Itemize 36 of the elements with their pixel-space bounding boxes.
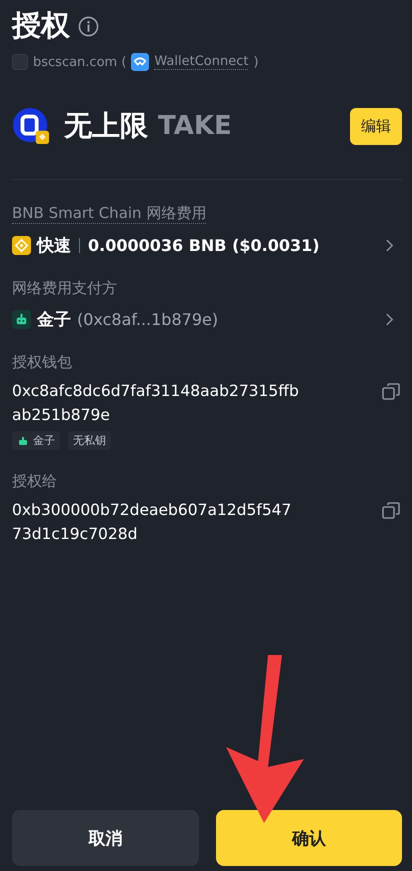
info-icon[interactable] — [78, 16, 99, 36]
allowance-amount: 无上限 — [64, 108, 148, 144]
spender-label: 授权给 — [12, 472, 57, 491]
connector-link[interactable]: WalletConnect — [154, 54, 248, 70]
address-text: ab251b879e — [12, 406, 110, 424]
token-logo-icon — [12, 107, 50, 145]
copy-icon[interactable] — [381, 501, 401, 521]
fee-amount: 0.0000036 BNB ($0.0031) — [88, 236, 320, 255]
wallet-label: 授权钱包 — [12, 353, 72, 372]
address-text: 73d1c19c7028d — [12, 525, 138, 543]
address-text: 0xb300000b72deaeb607a12d5f547 — [12, 501, 292, 519]
fee-speed: 快速 — [37, 235, 71, 257]
fee-label: BNB Smart Chain 网络费用 — [12, 204, 206, 224]
confirm-button[interactable]: 确认 — [216, 810, 402, 866]
payer-row[interactable]: 金子 (0xc8af...1b879e) — [12, 308, 402, 331]
address-text: 0xc8afc8dc6d7faf31148aab27315ffb — [12, 382, 299, 400]
tag-text: 金子 — [33, 433, 55, 448]
closing-paren: ) — [253, 54, 259, 70]
fee-row[interactable]: 快速 0.0000036 BNB ($0.0031) — [12, 234, 402, 257]
bnb-icon — [12, 236, 31, 255]
copy-icon[interactable] — [381, 382, 401, 402]
wave-icon — [131, 53, 150, 71]
chevron-right-icon — [385, 238, 394, 253]
tag-text: 无私钥 — [73, 433, 106, 448]
page-title: 授权 — [12, 7, 70, 44]
payer-label: 网络费用支付方 — [12, 279, 117, 298]
chevron-right-icon — [385, 312, 394, 327]
token-symbol: TAKE — [158, 111, 232, 141]
site-favicon-icon — [12, 54, 28, 70]
robot-icon — [17, 434, 29, 446]
cancel-button[interactable]: 取消 — [12, 810, 198, 866]
payer-name: 金子 — [37, 309, 71, 331]
edit-button[interactable]: 编辑 — [350, 108, 402, 144]
payer-address: (0xc8af...1b879e) — [77, 310, 218, 329]
robot-icon — [12, 310, 31, 329]
site-name: bscscan.com ( — [33, 54, 126, 70]
